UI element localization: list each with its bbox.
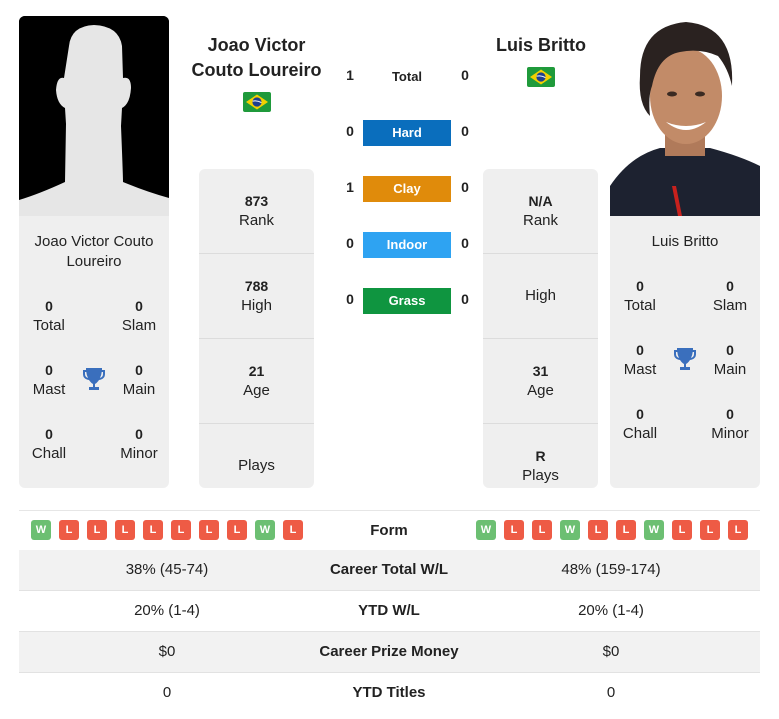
h2h-hard-p2: 0 (461, 123, 469, 139)
table-row: $0 Career Prize Money $0 (19, 632, 760, 673)
player1-titles-chall: 0 Chall (31, 426, 67, 462)
player2-name[interactable]: Luis Britto (470, 33, 612, 58)
player1-form-badge-loss[interactable]: L (59, 520, 79, 540)
player2-titles-card: Luis Britto 0 Total 0 Slam 0 Mast 0 Main 0 Ch… (610, 216, 760, 488)
surface-indoor-button[interactable]: Indoor (363, 232, 451, 258)
player2-form-badge-win[interactable]: W (560, 520, 580, 540)
player1-rank: 873 Rank (238, 193, 275, 229)
player1-form-badge-loss[interactable]: L (87, 520, 107, 540)
player1-value: 0 (162, 684, 172, 701)
player1-titles-total: 0 Total (33, 298, 65, 334)
player2-titles-total: 0 Total (624, 278, 656, 314)
player1-form-badge-win[interactable]: W (31, 520, 51, 540)
row-label: Career Prize Money (319, 643, 459, 660)
player1-high: 788 High (199, 253, 314, 338)
table-row: 38% (45-74) Career Total W/L 48% (159-17… (19, 550, 760, 591)
player2-card-name: Luis Britto (651, 233, 719, 250)
player1-titles-card: Joao Victor Couto Loureiro 0 Total 0 Slam … (19, 216, 169, 488)
player1-titles-minor: 0 Minor (120, 426, 158, 462)
player2-age: 31 Age (483, 338, 598, 423)
player1-form-badge-loss[interactable]: L (143, 520, 163, 540)
player2-titles-main: 0 Main (713, 342, 747, 378)
brazil-flag-icon (243, 92, 271, 112)
surface-hard-button[interactable]: Hard (363, 120, 451, 146)
h2h-total-p1: 1 (346, 67, 354, 83)
h2h-clay-p1: 1 (346, 179, 354, 195)
row-label: YTD W/L (358, 602, 420, 619)
player1-titles-mast: 0 Mast (32, 362, 66, 398)
player1-titles-slam: 0 Slam (121, 298, 157, 334)
table-row: 20% (1-4) YTD W/L 20% (1-4) (19, 591, 760, 632)
player1-form-badge-loss[interactable]: L (171, 520, 191, 540)
player2-value: $0 (602, 643, 620, 660)
surface-grass-button[interactable]: Grass (363, 288, 451, 314)
h2h-grass-p1: 0 (346, 291, 354, 307)
player1-value: $0 (158, 643, 176, 660)
player2-rank: N/A Rank (522, 193, 559, 229)
player2-form-badge-loss[interactable]: L (616, 520, 636, 540)
h2h-total-p2: 0 (461, 67, 469, 83)
player2-form-badge-loss[interactable]: L (532, 520, 552, 540)
h2h-grass-p2: 0 (461, 291, 469, 307)
player1-form-badge-win[interactable]: W (255, 520, 275, 540)
player1-card-name: Joao Victor Couto Loureiro (34, 233, 154, 270)
player2-form-badge-loss[interactable]: L (672, 520, 692, 540)
player2-titles-slam: 0 Slam (712, 278, 748, 314)
player2-plays: R Plays (483, 423, 598, 508)
player2-value: 48% (159-174) (561, 561, 661, 578)
player2-titles-chall: 0 Chall (622, 406, 658, 442)
h2h-total-label: Total (391, 69, 423, 84)
player2-form-badge-win[interactable]: W (476, 520, 496, 540)
player1-form-badge-loss[interactable]: L (199, 520, 219, 540)
row-label: Career Total W/L (329, 561, 449, 578)
form-label: Form (370, 522, 408, 539)
silhouette-icon (19, 16, 169, 216)
player2-info-box: N/A Rank High 31 Age R Plays (483, 169, 598, 488)
h2h-clay-p2: 0 (461, 179, 469, 195)
player2-form-badge-win[interactable]: W (644, 520, 664, 540)
h2h-indoor-p1: 0 (346, 235, 354, 251)
h2h-indoor-p2: 0 (461, 235, 469, 251)
row-label: YTD Titles (352, 684, 426, 701)
player2-titles-mast: 0 Mast (623, 342, 657, 378)
player1-plays: Plays (199, 423, 314, 508)
h2h-hard-p1: 0 (346, 123, 354, 139)
form-row: WLLLLLLLWL Form WLLWLLWLLL (19, 510, 760, 551)
player1-form-badge-loss[interactable]: L (283, 520, 303, 540)
player1-age: 21 Age (199, 338, 314, 423)
player1-value: 38% (45-74) (125, 561, 209, 578)
player2-titles-minor: 0 Minor (711, 406, 749, 442)
player1-photo (19, 16, 169, 216)
player2-high: High (483, 253, 598, 338)
player2-photo (610, 16, 760, 216)
player1-value: 20% (1-4) (134, 602, 200, 619)
player1-name[interactable]: Joao Victor Couto Loureiro (185, 33, 328, 83)
player2-form-badge-loss[interactable]: L (728, 520, 748, 540)
player2-form-badge-loss[interactable]: L (504, 520, 524, 540)
player1-titles-main: 0 Main (122, 362, 156, 398)
player2-form-badge-loss[interactable]: L (588, 520, 608, 540)
trophy-icon (82, 366, 106, 392)
player1-form-badge-loss[interactable]: L (227, 520, 247, 540)
surface-clay-button[interactable]: Clay (363, 176, 451, 202)
trophy-icon (673, 346, 697, 372)
player-photo-image (610, 16, 760, 216)
player2-value: 20% (1-4) (578, 602, 644, 619)
player1-info-box: 873 Rank 788 High 21 Age Plays (199, 169, 314, 488)
player2-value: 0 (606, 684, 616, 701)
brazil-flag-icon (527, 67, 555, 87)
table-row: 0 YTD Titles 0 (19, 673, 760, 713)
player2-form-badge-loss[interactable]: L (700, 520, 720, 540)
player1-form-badge-loss[interactable]: L (115, 520, 135, 540)
